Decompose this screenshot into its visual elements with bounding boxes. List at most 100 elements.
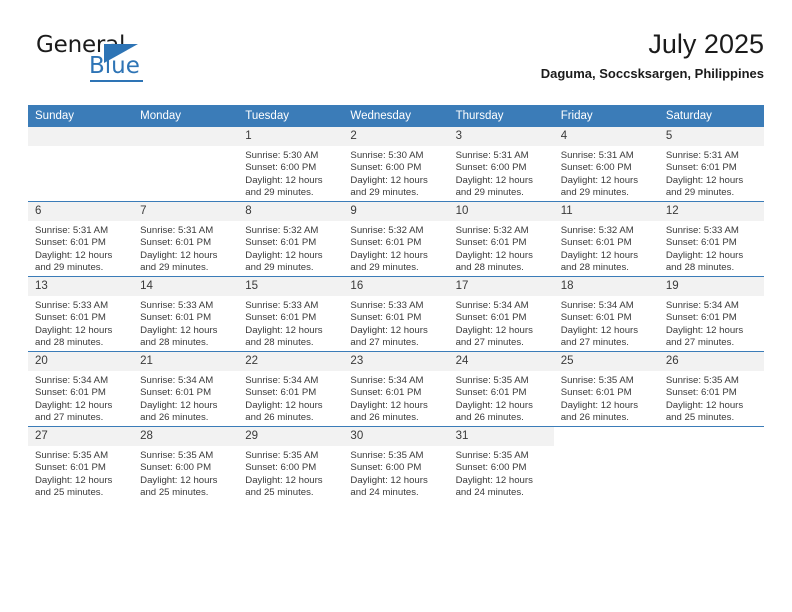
day-sun-details: Sunrise: 5:34 AM Sunset: 6:01 PM Daylight:… (238, 371, 343, 424)
calendar-day-cell[interactable]: 3 Sunrise: 5:31 AM Sunset: 6:00 PM Daylight… (448, 127, 554, 202)
calendar-day-cell[interactable]: 26 Sunrise: 5:35 AM Sunset: 6:01 PM Dayligh… (658, 351, 764, 427)
day-number: 19 (658, 277, 764, 296)
day-sun-details: Sunrise: 5:32 AM Sunset: 6:01 PM Daylight:… (554, 221, 659, 274)
day-detail-line: Sunset: 6:01 PM (455, 312, 527, 324)
day-number: 27 (28, 427, 134, 446)
day-number: 30 (343, 427, 449, 446)
day-detail-line: Sunset: 6:00 PM (350, 162, 422, 174)
weekday-header-friday: Friday (553, 105, 659, 127)
calendar-day-cell[interactable]: 4 Sunrise: 5:31 AM Sunset: 6:00 PM Daylight… (553, 127, 659, 202)
brand-logo[interactable]: General Blue (28, 32, 258, 92)
calendar-day-cell[interactable]: 31 Sunrise: 5:35 AM Sunset: 6:00 PM Dayligh… (448, 426, 554, 501)
calendar-day-cell[interactable]: 14 Sunrise: 5:33 AM Sunset: 6:01 PM Dayligh… (133, 276, 239, 352)
calendar-day-cell[interactable]: 5 Sunrise: 5:31 AM Sunset: 6:01 PM Daylight… (658, 127, 764, 202)
calendar-day-cell[interactable]: 13 Sunrise: 5:33 AM Sunset: 6:01 PM Dayligh… (28, 276, 134, 352)
calendar-day-cell[interactable]: 29 Sunrise: 5:35 AM Sunset: 6:00 PM Dayligh… (238, 426, 344, 501)
day-detail-line: Sunset: 6:00 PM (140, 462, 212, 474)
calendar-day-cell[interactable]: 25 Sunrise: 5:35 AM Sunset: 6:01 PM Dayligh… (553, 351, 659, 427)
day-detail-line: Sunrise: 5:32 AM (560, 225, 634, 236)
day-sun-details: Sunrise: 5:30 AM Sunset: 6:00 PM Daylight:… (238, 146, 343, 199)
calendar-day-cell[interactable]: 9 Sunrise: 5:32 AM Sunset: 6:01 PM Daylight… (343, 201, 449, 277)
calendar-day-cell[interactable]: 30 Sunrise: 5:35 AM Sunset: 6:00 PM Dayligh… (343, 426, 449, 501)
day-detail-line: Sunset: 6:01 PM (35, 387, 106, 399)
day-sun-details: Sunrise: 5:31 AM Sunset: 6:01 PM Daylight:… (28, 221, 133, 274)
day-detail-line: and 24 minutes. (350, 486, 419, 498)
day-sun-details: Sunrise: 5:34 AM Sunset: 6:01 PM Daylight:… (133, 371, 238, 424)
day-detail-line: Daylight: 12 hours (560, 174, 639, 186)
weekday-header-saturday: Saturday (658, 105, 764, 127)
calendar-day-cell[interactable]: 21 Sunrise: 5:34 AM Sunset: 6:01 PM Dayligh… (133, 351, 239, 427)
calendar-day-cell[interactable]: 15 Sunrise: 5:33 AM Sunset: 6:01 PM Dayligh… (238, 276, 344, 352)
day-detail-line: Sunset: 6:01 PM (665, 387, 737, 399)
calendar-day-cell[interactable]: 11 Sunrise: 5:32 AM Sunset: 6:01 PM Dayligh… (553, 201, 659, 277)
day-sun-details: Sunrise: 5:34 AM Sunset: 6:01 PM Daylight:… (449, 296, 554, 349)
day-detail-line: Daylight: 12 hours (350, 324, 428, 336)
day-detail-line: Sunrise: 5:34 AM (665, 300, 739, 311)
calendar-day-cell[interactable]: 1 Sunrise: 5:30 AM Sunset: 6:00 PM Daylight… (238, 127, 344, 202)
day-detail-line: Daylight: 12 hours (665, 249, 744, 261)
logo-text-blue: Blue (89, 53, 140, 79)
logo-underline (90, 80, 143, 82)
day-detail-line: Sunrise: 5:33 AM (350, 300, 424, 311)
day-sun-details: Sunrise: 5:34 AM Sunset: 6:01 PM Daylight:… (659, 296, 764, 349)
calendar-day-cell[interactable]: 7 Sunrise: 5:31 AM Sunset: 6:01 PM Daylight… (133, 201, 239, 277)
day-detail-line: Daylight: 12 hours (245, 399, 323, 411)
day-detail-line: Sunset: 6:01 PM (140, 387, 212, 399)
calendar-day-cell[interactable]: 18 Sunrise: 5:34 AM Sunset: 6:01 PM Dayligh… (553, 276, 659, 352)
calendar-day-cell[interactable]: 27 Sunrise: 5:35 AM Sunset: 6:01 PM Dayligh… (28, 426, 134, 501)
day-detail-line: Sunrise: 5:35 AM (140, 450, 214, 461)
day-sun-details: Sunrise: 5:31 AM Sunset: 6:01 PM Daylight:… (659, 146, 764, 199)
calendar-day-cell[interactable]: 10 Sunrise: 5:32 AM Sunset: 6:01 PM Dayligh… (448, 201, 554, 277)
day-detail-line: Sunrise: 5:35 AM (350, 450, 424, 461)
day-detail-line: and 26 minutes. (455, 411, 524, 423)
day-detail-line: Sunrise: 5:31 AM (560, 150, 634, 161)
calendar-day-cell[interactable]: 24 Sunrise: 5:35 AM Sunset: 6:01 PM Dayligh… (448, 351, 554, 427)
day-detail-line: and 25 minutes. (140, 486, 209, 498)
calendar-day-cell[interactable]: 2 Sunrise: 5:30 AM Sunset: 6:00 PM Daylight… (343, 127, 449, 202)
day-detail-line: Sunrise: 5:35 AM (35, 450, 109, 461)
calendar-day-cell[interactable]: 23 Sunrise: 5:34 AM Sunset: 6:01 PM Dayligh… (343, 351, 449, 427)
day-detail-line: Sunset: 6:00 PM (455, 462, 527, 474)
day-detail-line: and 29 minutes. (245, 261, 314, 273)
day-number: 11 (553, 202, 659, 221)
day-number: 16 (343, 277, 449, 296)
day-detail-line: Daylight: 12 hours (455, 399, 533, 411)
day-detail-line: Sunset: 6:00 PM (245, 162, 317, 174)
calendar-day-cell[interactable]: 17 Sunrise: 5:34 AM Sunset: 6:01 PM Dayligh… (448, 276, 554, 352)
day-detail-line: Daylight: 12 hours (350, 399, 428, 411)
day-detail-line: and 29 minutes. (560, 186, 629, 198)
day-detail-line: and 26 minutes. (560, 411, 629, 423)
calendar-day-cell[interactable]: 12 Sunrise: 5:33 AM Sunset: 6:01 PM Dayligh… (658, 201, 764, 277)
calendar-day-cell[interactable]: 6 Sunrise: 5:31 AM Sunset: 6:01 PM Daylight… (28, 201, 134, 277)
day-sun-details: Sunrise: 5:32 AM Sunset: 6:01 PM Daylight:… (343, 221, 448, 274)
day-sun-details: Sunrise: 5:31 AM Sunset: 6:00 PM Daylight:… (554, 146, 659, 199)
day-detail-line: Daylight: 12 hours (245, 474, 323, 486)
day-detail-line: and 26 minutes. (140, 411, 209, 423)
day-detail-line: and 27 minutes. (455, 336, 524, 348)
calendar-day-cell[interactable]: 20 Sunrise: 5:34 AM Sunset: 6:01 PM Dayligh… (28, 351, 134, 427)
day-number: 31 (448, 427, 554, 446)
day-detail-line: Sunset: 6:01 PM (35, 237, 106, 249)
day-detail-line: Sunrise: 5:30 AM (245, 150, 319, 161)
calendar-body: 1 Sunrise: 5:30 AM Sunset: 6:00 PM Daylight… (28, 127, 764, 501)
calendar-day-cell[interactable]: 16 Sunrise: 5:33 AM Sunset: 6:01 PM Dayligh… (343, 276, 449, 352)
day-detail-line: Sunrise: 5:35 AM (455, 375, 529, 386)
day-detail-line: Daylight: 12 hours (140, 249, 218, 261)
page-subtitle: Daguma, Soccsksargen, Philippines (540, 66, 764, 81)
calendar-day-cell[interactable]: 28 Sunrise: 5:35 AM Sunset: 6:00 PM Dayligh… (133, 426, 239, 501)
day-detail-line: Sunrise: 5:33 AM (245, 300, 319, 311)
day-detail-line: and 28 minutes. (560, 261, 629, 273)
calendar-cell-empty (28, 127, 134, 202)
day-detail-line: and 25 minutes. (35, 486, 104, 498)
calendar-day-cell[interactable]: 8 Sunrise: 5:32 AM Sunset: 6:01 PM Daylight… (238, 201, 344, 277)
calendar-day-cell[interactable]: 19 Sunrise: 5:34 AM Sunset: 6:01 PM Dayligh… (658, 276, 764, 352)
day-number: 28 (133, 427, 239, 446)
day-sun-details: Sunrise: 5:35 AM Sunset: 6:01 PM Daylight:… (659, 371, 764, 424)
weekday-header-thursday: Thursday (448, 105, 554, 127)
day-sun-details: Sunrise: 5:30 AM Sunset: 6:00 PM Daylight:… (343, 146, 448, 199)
day-detail-line: and 27 minutes. (560, 336, 629, 348)
day-detail-line: and 27 minutes. (350, 336, 419, 348)
day-number: 4 (553, 127, 659, 146)
day-detail-line: Sunset: 6:01 PM (245, 237, 317, 249)
calendar-day-cell[interactable]: 22 Sunrise: 5:34 AM Sunset: 6:01 PM Dayligh… (238, 351, 344, 427)
